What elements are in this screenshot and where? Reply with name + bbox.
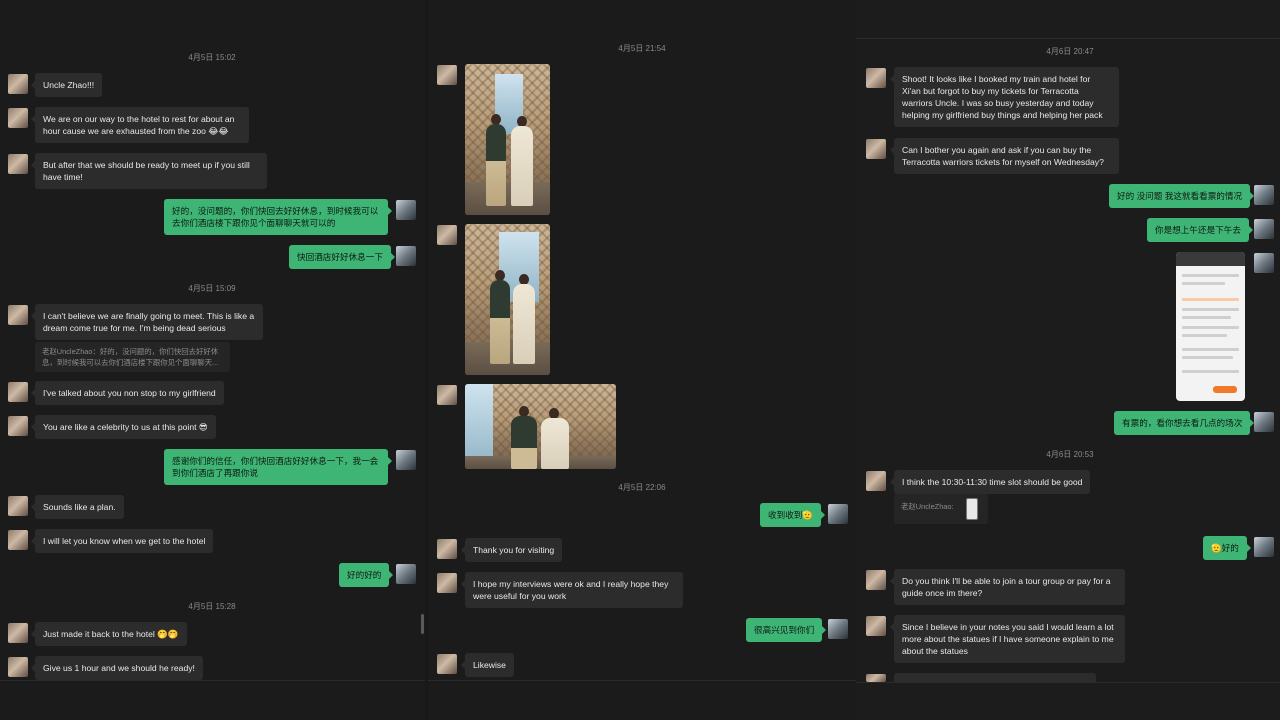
contact-avatar[interactable] xyxy=(437,225,457,245)
divider xyxy=(428,680,856,681)
message-bubble-outgoing[interactable]: 很高兴见到你们 xyxy=(746,618,827,642)
contact-avatar[interactable] xyxy=(437,654,457,674)
contact-avatar[interactable] xyxy=(8,623,28,643)
message-bubble-incoming[interactable]: You are like a celebrity to us at this p… xyxy=(31,415,216,439)
contact-avatar[interactable] xyxy=(8,657,28,677)
message-bubble-outgoing[interactable]: 你是想上午还是下午去 xyxy=(1147,218,1253,242)
message-bubble-incoming[interactable]: Sounds like a plan. xyxy=(31,495,124,519)
message-bubble-incoming[interactable]: Just made it back to the hotel 🤭🤭 xyxy=(31,622,187,646)
message-bubble-incoming[interactable]: Do you think I'll be able to join a tour… xyxy=(890,569,1125,605)
contact-avatar[interactable] xyxy=(866,139,886,159)
my-avatar[interactable] xyxy=(396,450,416,470)
message-bubble-incoming[interactable]: I can't believe we are finally going to … xyxy=(31,304,263,340)
my-avatar[interactable] xyxy=(1254,412,1274,432)
divider xyxy=(856,682,1280,683)
contact-avatar[interactable] xyxy=(866,616,886,636)
message-bubble-incoming[interactable]: Since I believe in your notes you said I… xyxy=(890,615,1125,663)
my-avatar[interactable] xyxy=(828,619,848,639)
contact-avatar[interactable] xyxy=(437,385,457,405)
message-bubble-incoming[interactable]: Can I bother you again and ask if you ca… xyxy=(890,138,1119,174)
contact-avatar[interactable] xyxy=(8,108,28,128)
timestamp: 4月5日 22:06 xyxy=(618,483,666,492)
contact-avatar[interactable] xyxy=(8,305,28,325)
chat-panel-1: 4月5日 15:02 Uncle Zhao!!! We are on our w… xyxy=(0,0,425,720)
my-avatar[interactable] xyxy=(1254,219,1274,239)
message-bubble-incoming[interactable]: Uncle Zhao!!! xyxy=(30,73,103,97)
timestamp: 4月6日 20:47 xyxy=(1046,47,1094,56)
message-bubble-outgoing[interactable]: 感谢你们的信任，你们快回酒店好好休息一下，我一会到你们酒店了再跟你说 xyxy=(164,449,392,485)
my-avatar[interactable] xyxy=(1254,537,1274,557)
chat-panel-2: 4月5日 21:54 4月5日 22:06 收到收到🫡 Thank you fo… xyxy=(428,0,856,720)
my-avatar[interactable] xyxy=(828,504,848,524)
contact-avatar[interactable] xyxy=(8,74,28,94)
quoted-reply[interactable]: 老赵UncleZhao: xyxy=(894,494,988,524)
screenshot-image-message[interactable] xyxy=(1176,252,1245,401)
message-bubble-outgoing[interactable]: 收到收到🫡 xyxy=(760,503,826,527)
quoted-reply[interactable]: 老赵UncleZhao：好的，没问题的，你们快回去好好休息，到时候我可以去你们酒… xyxy=(35,342,230,372)
message-bubble-incoming[interactable]: I will let you know when we get to the h… xyxy=(30,529,214,553)
message-bubble-incoming[interactable]: Likewise xyxy=(461,653,514,677)
contact-avatar[interactable] xyxy=(866,570,886,590)
message-bubble-outgoing[interactable]: 快回酒店好好休息一下 xyxy=(289,245,395,269)
message-bubble-outgoing[interactable]: 好的好的 xyxy=(339,563,394,587)
my-avatar[interactable] xyxy=(396,246,416,266)
message-bubble-incoming[interactable]: Give us 1 hour and we should he ready! xyxy=(31,656,203,680)
scrollbar[interactable] xyxy=(421,614,424,634)
my-avatar[interactable] xyxy=(396,200,416,220)
message-bubble-outgoing[interactable]: 好的，没问题的，你们快回去好好休息，到时候我可以去你们酒店楼下跟你见个面聊聊天就… xyxy=(164,199,392,235)
contact-avatar[interactable] xyxy=(8,154,28,174)
quoted-reply-label: 老赵UncleZhao: xyxy=(901,502,954,511)
divider xyxy=(856,38,1280,39)
message-bubble-incoming[interactable]: I've talked about you non stop to my gir… xyxy=(31,381,224,405)
contact-avatar[interactable] xyxy=(437,65,457,85)
message-bubble-outgoing[interactable]: 好的 没问题 我这就看看票的情况 xyxy=(1109,184,1255,208)
message-bubble-outgoing[interactable]: 有票的，看你想去看几点的场次 xyxy=(1114,411,1255,435)
contact-avatar[interactable] xyxy=(8,530,28,550)
message-bubble-incoming-partial[interactable] xyxy=(894,673,1096,682)
my-avatar[interactable] xyxy=(396,564,416,584)
timestamp: 4月6日 20:53 xyxy=(1046,450,1094,459)
timestamp: 4月5日 15:02 xyxy=(188,53,236,62)
timestamp: 4月5日 21:54 xyxy=(618,44,666,53)
my-avatar[interactable] xyxy=(1254,185,1274,205)
contact-avatar[interactable] xyxy=(866,68,886,88)
contact-avatar[interactable] xyxy=(8,496,28,516)
message-bubble-incoming[interactable]: Shoot! It looks like I booked my train a… xyxy=(890,67,1119,127)
timestamp: 4月5日 15:28 xyxy=(188,602,236,611)
message-bubble-outgoing[interactable]: 🫡好的 xyxy=(1203,536,1251,560)
divider xyxy=(0,680,425,681)
my-avatar[interactable] xyxy=(1254,253,1274,273)
message-bubble-incoming[interactable]: Thank you for visiting xyxy=(460,538,563,562)
contact-avatar[interactable] xyxy=(8,416,28,436)
message-bubble-incoming[interactable]: I hope my interviews were ok and I reall… xyxy=(461,572,683,608)
contact-avatar[interactable] xyxy=(437,573,457,593)
contact-avatar[interactable] xyxy=(866,674,886,682)
message-bubble-incoming[interactable]: But after that we should be ready to mee… xyxy=(31,153,267,189)
quoted-image-thumbnail xyxy=(966,498,978,520)
contact-avatar[interactable] xyxy=(8,382,28,402)
message-bubble-incoming[interactable]: We are on our way to the hotel to rest f… xyxy=(31,107,249,143)
message-bubble-incoming[interactable]: I think the 10:30-11:30 time slot should… xyxy=(889,470,1091,494)
chat-panel-3: 4月6日 20:47 Shoot! It looks like I booked… xyxy=(856,0,1280,720)
contact-avatar[interactable] xyxy=(437,539,457,559)
contact-avatar[interactable] xyxy=(866,471,886,491)
photo-message[interactable] xyxy=(465,64,550,215)
photo-message[interactable] xyxy=(465,384,616,469)
photo-message[interactable] xyxy=(465,224,550,375)
timestamp: 4月5日 15:09 xyxy=(188,284,236,293)
